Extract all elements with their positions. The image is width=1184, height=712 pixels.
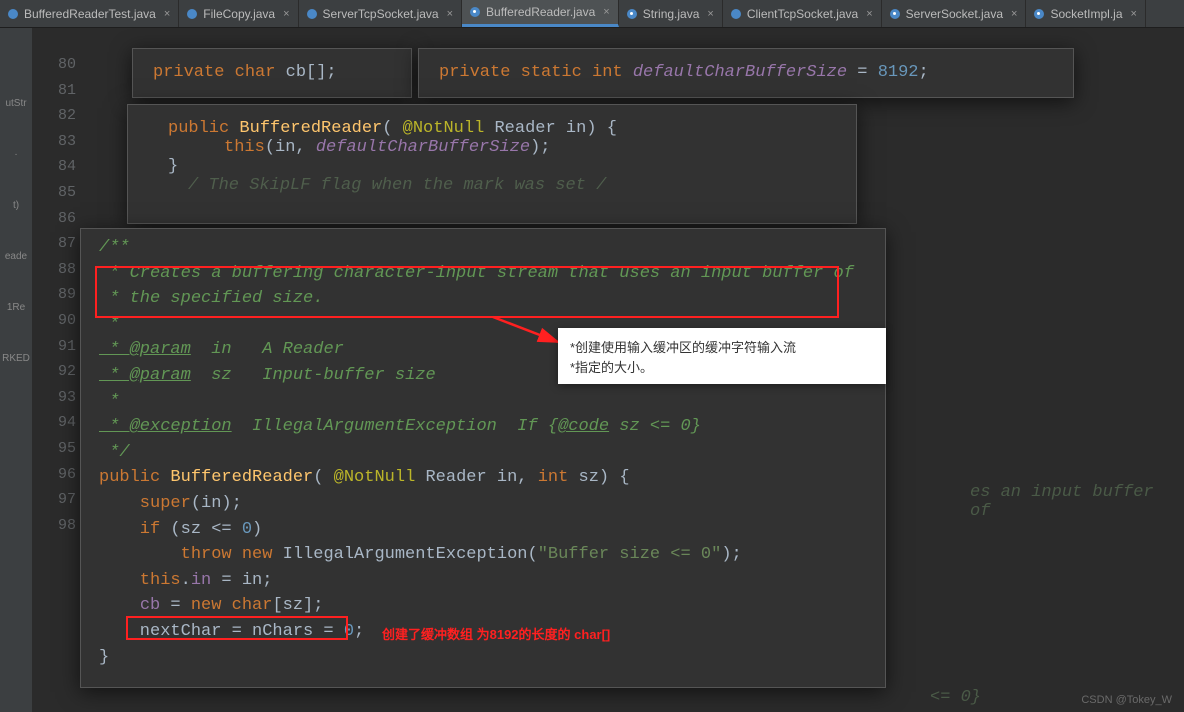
line-number: 91 [32,334,76,360]
line-number: 89 [32,282,76,308]
sidebar-fragment: eade [5,251,27,262]
code-hint-constructor: public BufferedReader( @NotNull Reader i… [127,104,857,224]
editor-tab[interactable]: BufferedReaderTest.java × [0,0,179,27]
file-icon [731,9,741,19]
close-icon[interactable]: × [283,8,289,20]
editor-tab[interactable]: String.java × [619,0,723,27]
line-number: 82 [32,103,76,129]
tab-label: BufferedReader.java [486,5,595,19]
tab-label: ServerSocket.java [906,7,1003,21]
line-number: 88 [32,257,76,283]
editor-tab[interactable]: ClientTcpSocket.java × [723,0,882,27]
side-tool-strip: utStr · t) eade 1Re RKED [0,28,32,712]
line-number: 86 [32,206,76,232]
close-icon[interactable]: × [164,8,170,20]
close-icon[interactable]: × [447,8,453,20]
line-number: 92 [32,359,76,385]
lock-icon [627,9,637,19]
code-hint-cb: private char cb[]; [132,48,412,98]
dimmed-code: <= 0} [930,688,981,707]
sidebar-fragment: t) [13,200,19,211]
editor-tab[interactable]: ServerTcpSocket.java × [299,0,463,27]
file-icon [187,9,197,19]
close-icon[interactable]: × [603,6,609,18]
sidebar-fragment: · [14,149,17,160]
line-number: 81 [32,78,76,104]
highlight-box-cb-assign [126,616,348,640]
line-number: 84 [32,154,76,180]
sidebar-fragment: RKED [2,353,30,364]
lock-icon [1034,9,1044,19]
line-number: 85 [32,180,76,206]
watermark: CSDN @Tokey_W [1081,694,1172,706]
sidebar-fragment: 1Re [7,302,25,313]
highlight-box-javadoc [95,266,839,318]
close-icon[interactable]: × [1011,8,1017,20]
line-number: 90 [32,308,76,334]
editor-tabs: BufferedReaderTest.java×FileCopy.java×Se… [0,0,1184,28]
tab-label: String.java [643,7,700,21]
line-number: 98 [32,513,76,539]
tab-label: ClientTcpSocket.java [747,7,858,21]
tab-label: BufferedReaderTest.java [24,7,156,21]
line-number: 94 [32,410,76,436]
line-number: 97 [32,487,76,513]
file-icon [8,9,18,19]
line-number: 95 [32,436,76,462]
tab-label: ServerTcpSocket.java [323,7,439,21]
lock-icon [890,9,900,19]
close-icon[interactable]: × [866,8,872,20]
close-icon[interactable]: × [707,8,713,20]
sidebar-fragment: utStr [5,98,26,109]
editor-tab[interactable]: SocketImpl.ja × [1026,0,1145,27]
editor-tab[interactable]: ServerSocket.java × [882,0,1027,27]
lock-icon [470,7,480,17]
editor-tab[interactable]: FileCopy.java × [179,0,298,27]
tab-label: FileCopy.java [203,7,275,21]
tab-label: SocketImpl.ja [1050,7,1122,21]
line-number: 80 [32,52,76,78]
code-hint-default-size: private static int defaultCharBufferSize… [418,48,1074,98]
annotation-text: 创建了缓冲数组 为8192的长度的 char[] [382,624,610,643]
line-number: 87 [32,231,76,257]
line-number: 93 [32,385,76,411]
line-number: 96 [32,462,76,488]
translation-tooltip: *创建使用输入缓冲区的缓冲字符输入流 *指定的大小。 [558,328,886,384]
file-icon [307,9,317,19]
line-number: 83 [32,129,76,155]
close-icon[interactable]: × [1131,8,1137,20]
editor-tab[interactable]: BufferedReader.java × [462,0,619,27]
dimmed-code: es an input buffer of [970,483,1184,521]
